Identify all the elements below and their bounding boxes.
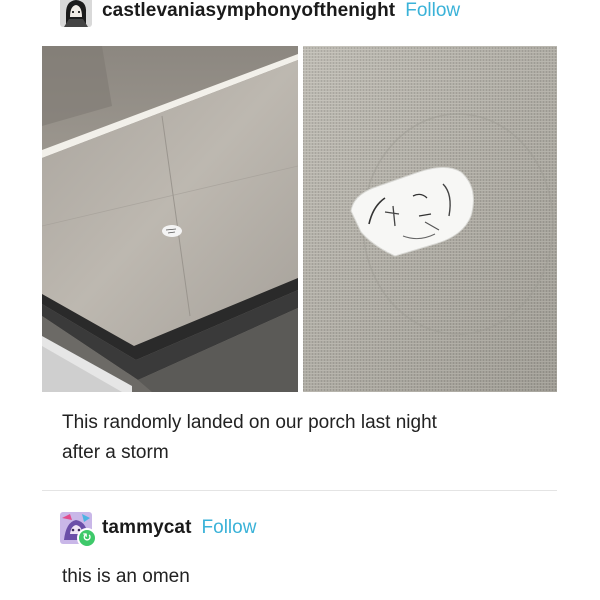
reply-follow-button[interactable]: Follow [202, 517, 257, 539]
closeup-photo-image [303, 46, 557, 392]
follow-button[interactable]: Follow [405, 0, 460, 22]
avatar-image [60, 0, 92, 27]
post-header: castlevaniasymphonyofthenight Follow [60, 0, 460, 28]
porch-photo-image [42, 46, 298, 392]
divider [42, 490, 557, 491]
post-caption: This randomly landed on our porch last n… [62, 408, 542, 468]
reply-text: this is an omen [62, 566, 190, 587]
porch-photo[interactable] [42, 46, 298, 392]
author-name[interactable]: castlevaniasymphonyofthenight [102, 0, 395, 22]
closeup-photo[interactable] [303, 46, 557, 392]
reply-author-avatar[interactable]: ↻ [60, 512, 97, 548]
author-avatar[interactable] [60, 0, 92, 27]
caption-line: This randomly landed on our porch last n… [62, 412, 437, 433]
caption-line: after a storm [62, 442, 169, 463]
reblog-icon: ↻ [77, 528, 97, 548]
reply-header: ↻ tammycat Follow [60, 510, 257, 548]
reply-author-name[interactable]: tammycat [102, 517, 192, 539]
